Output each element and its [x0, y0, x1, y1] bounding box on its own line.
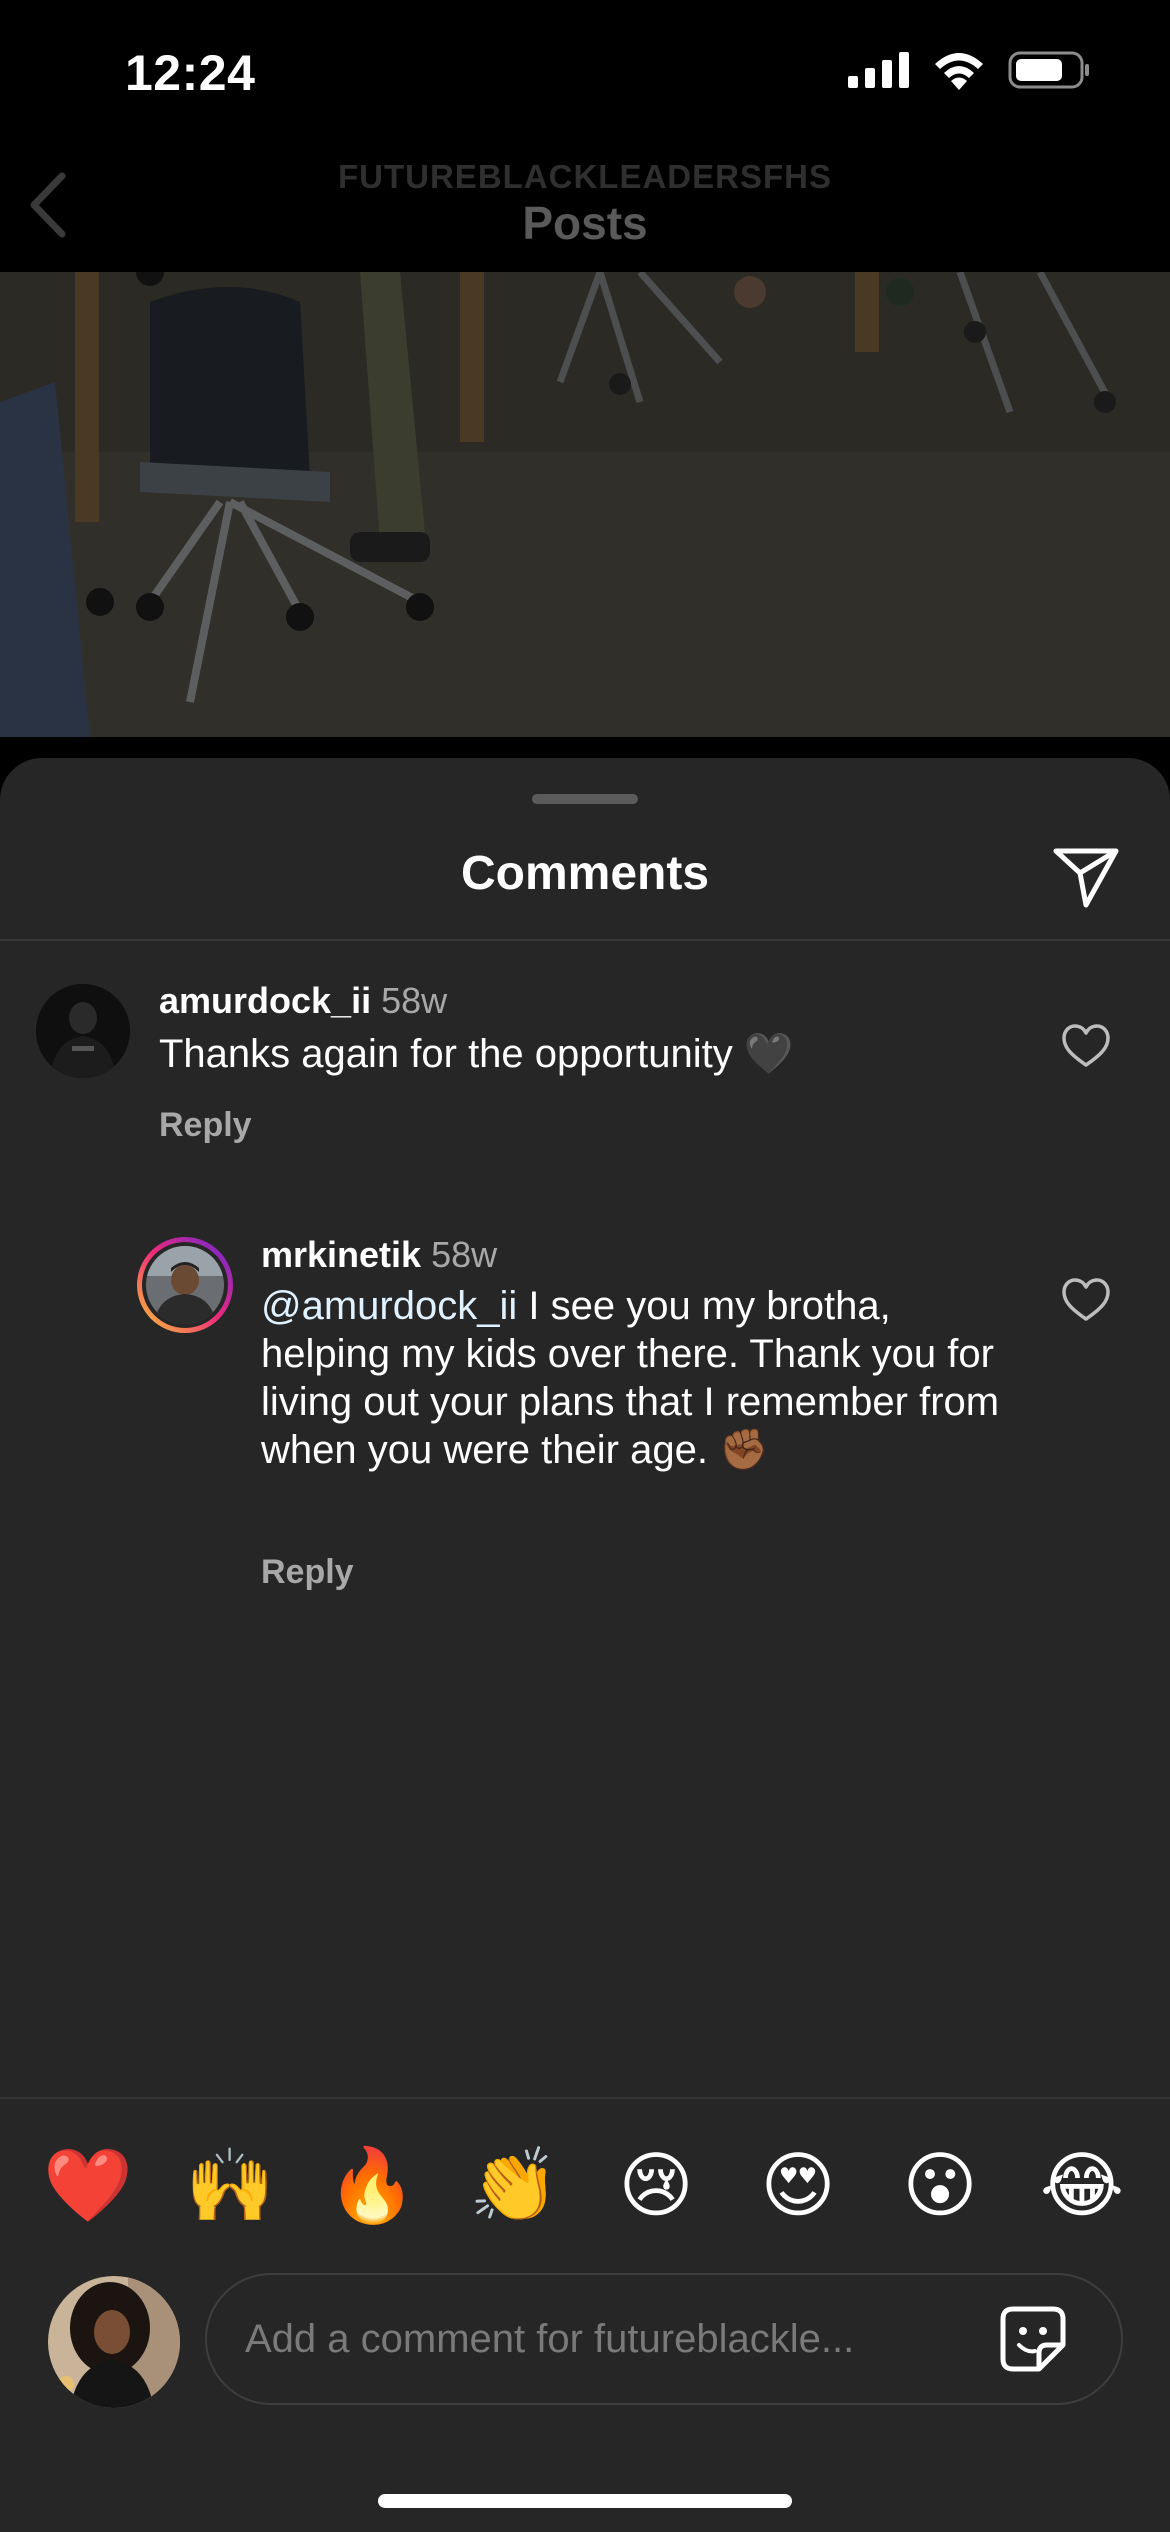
reaction-laughing[interactable]: 😂 [1034, 2138, 1130, 2234]
post-photo [0, 272, 1170, 737]
like-button[interactable] [1056, 1016, 1116, 1076]
comment-time: 58w [431, 1234, 498, 1275]
mention-link[interactable]: @amurdock_ii [261, 1284, 517, 1328]
current-user-avatar [48, 2276, 180, 2408]
divider [0, 939, 1170, 941]
comment-username[interactable]: amurdock_ii 58w [159, 980, 447, 1022]
comment-input[interactable] [245, 2275, 965, 2403]
home-indicator[interactable] [378, 2494, 792, 2508]
instagram-comments-screen: 12:24 FUTUREBLACKLEADERSFHS Posts Commen… [0, 0, 1170, 2532]
reaction-heart-eyes[interactable]: 😍 [750, 2138, 846, 2234]
like-button[interactable] [1056, 1270, 1116, 1330]
comments-title: Comments [460, 847, 710, 900]
reaction-clap[interactable]: 👏 [466, 2138, 562, 2234]
heart-outline-icon [1062, 1024, 1110, 1067]
comment-time: 58w [381, 980, 448, 1021]
sticker-button[interactable] [997, 2303, 1069, 2375]
comment-username[interactable]: mrkinetik 58w [261, 1234, 497, 1276]
status-icons [848, 50, 1090, 90]
account-name: FUTUREBLACKLEADERSFHS [338, 158, 832, 195]
sheet-grabber[interactable] [532, 794, 638, 804]
page-title: Posts [522, 197, 648, 249]
divider [0, 2097, 1170, 2099]
reaction-surprised[interactable]: 😮 [892, 2138, 988, 2234]
status-bar: 12:24 [0, 0, 1170, 140]
reply-button[interactable]: Reply [261, 1553, 354, 1592]
heart-outline-icon [1062, 1278, 1110, 1321]
avatar[interactable] [36, 984, 130, 1078]
status-time: 12:24 [125, 45, 256, 101]
battery-icon [1008, 51, 1089, 89]
share-button[interactable] [1046, 838, 1126, 918]
reaction-crying[interactable]: 😢 [608, 2138, 704, 2234]
cellular-icon [848, 52, 909, 88]
reaction-fire[interactable]: 🔥 [324, 2138, 420, 2234]
wifi-icon [935, 53, 983, 90]
avatar[interactable] [137, 1237, 233, 1333]
comment-text: Thanks again for the opportunity 🖤 [159, 1032, 794, 1076]
sticker-icon [1000, 2306, 1066, 2372]
quick-reactions: ❤️ 🙌 🔥 👏 😢 😍 😮 😂 [40, 2138, 1130, 2234]
comment-text: @amurdock_ii I see you my brotha, helpin… [261, 1282, 1021, 1474]
post-image [0, 272, 1170, 737]
comments-sheet: Comments amurdock_ii 58w Thanks again for… [0, 758, 1170, 2532]
reaction-raising-hands[interactable]: 🙌 [182, 2138, 278, 2234]
reply-button[interactable]: Reply [159, 1106, 252, 1145]
share-direct-icon [1053, 848, 1119, 908]
comment-composer [205, 2273, 1123, 2405]
nav-header: FUTUREBLACKLEADERSFHS Posts [0, 140, 1170, 272]
reaction-heart[interactable]: ❤️ [40, 2138, 136, 2234]
